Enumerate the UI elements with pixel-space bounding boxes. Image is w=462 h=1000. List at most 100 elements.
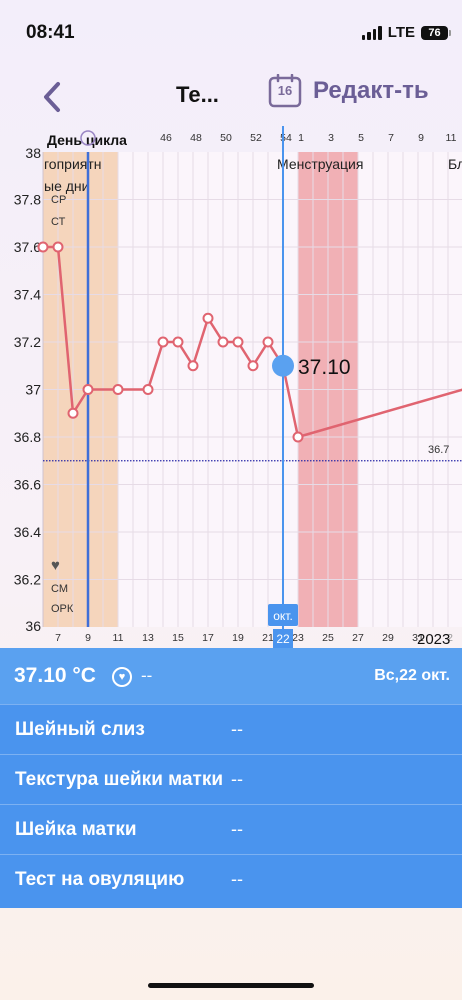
signal-icon — [361, 25, 382, 40]
date-tick: 25 — [322, 632, 334, 644]
status-bar: 08:41 LTE 76 — [0, 0, 462, 64]
date-tick: 17 — [202, 632, 214, 644]
chevron-left-icon — [44, 82, 60, 112]
row-label: Шейка матки — [15, 819, 137, 840]
cycle-day-tick: 50 — [220, 132, 232, 144]
cycle-day-tick: 3 — [328, 132, 334, 144]
y-tick-label: 37.6 — [14, 239, 41, 255]
y-tick-label: 38 — [25, 145, 41, 161]
row-label: Текстура шейки матки — [15, 769, 224, 790]
nav-bar: Те... 16 Редакт-ть — [0, 70, 462, 120]
row-value: -- — [231, 769, 243, 789]
cycle-day-tick: 5 — [358, 132, 364, 144]
y-tick-label: 36.4 — [14, 524, 41, 540]
data-point — [262, 336, 274, 348]
row-cervical-mucus[interactable]: Шейный слиз -- — [0, 704, 462, 754]
back-button[interactable] — [38, 74, 72, 114]
fertile-band-label: гоприятн — [44, 156, 102, 172]
page-title: Те... — [176, 82, 219, 107]
date-tick: 9 — [85, 632, 91, 644]
month-label: окт. — [273, 609, 293, 623]
cycle-day-tick: 46 — [160, 132, 172, 144]
coverline-label: 36.7 — [428, 444, 449, 456]
selected-date: Вс,22 окт. — [374, 667, 450, 684]
calendar-icon: 16 — [268, 73, 302, 108]
date-tick: 29 — [382, 632, 394, 644]
mark-cm: СМ — [51, 583, 68, 595]
y-tick-label: 37 — [25, 382, 41, 398]
date-tick: 15 — [172, 632, 184, 644]
y-tick-label: 36.2 — [14, 572, 41, 588]
selected-day-label: 22 — [276, 632, 290, 646]
menstruation-label: Менструация — [277, 156, 363, 172]
date-tick: 23 — [292, 632, 304, 644]
data-point — [37, 241, 49, 253]
y-tick-label: 37.4 — [14, 287, 41, 303]
battery-icon: 76 — [421, 25, 451, 40]
date-tick: 27 — [352, 632, 364, 644]
mark-opk: ОРК — [51, 603, 74, 615]
row-value: -- — [231, 869, 243, 889]
heart-icon[interactable]: ♥ — [112, 667, 132, 687]
data-point — [292, 431, 304, 443]
date-tick: 21 — [262, 632, 274, 644]
selected-value-label: 37.10 — [298, 356, 351, 379]
row-value: -- — [231, 819, 243, 839]
calendar-day: 16 — [277, 83, 293, 98]
edit-button[interactable]: 16 Редакт-ть — [268, 73, 429, 108]
status-time: 08:41 — [26, 22, 75, 43]
y-tick-label: 37.8 — [14, 192, 41, 208]
temperature-note: -- — [141, 666, 153, 685]
data-point — [52, 241, 64, 253]
date-tick: 19 — [232, 632, 244, 644]
data-point — [202, 312, 214, 324]
row-value: -- — [231, 719, 243, 739]
y-tick-label: 37.2 — [14, 334, 41, 350]
details-panel: 37.10 °C ♥ -- Вс,22 окт. Шейный слиз -- … — [0, 648, 462, 908]
date-tick: 7 — [55, 632, 61, 644]
cycle-day-tick: 54 — [280, 132, 292, 144]
network-label: LTE — [387, 24, 415, 41]
year-label: 2023 — [417, 631, 450, 648]
next-band-label: Бл — [448, 156, 462, 172]
row-ovulation-test[interactable]: Тест на овуляцию -- — [0, 854, 462, 904]
cycle-day-tick: 1 — [298, 132, 304, 144]
data-point — [187, 360, 199, 372]
battery-level: 76 — [428, 26, 441, 39]
cycle-day-tick: 7 — [388, 132, 394, 144]
data-point — [67, 407, 79, 419]
y-tick-label: 36 — [25, 618, 41, 634]
data-point — [82, 384, 94, 395]
selected-day-summary: 37.10 °C ♥ -- Вс,22 окт. — [0, 648, 462, 704]
selected-point — [272, 354, 294, 377]
heart-icon: ♥ — [51, 557, 60, 574]
cycle-day-tick: 52 — [250, 132, 262, 144]
fertile-band-label-2: ые дни — [44, 178, 89, 194]
row-cervix-texture[interactable]: Текстура шейки матки -- — [0, 754, 462, 804]
mark-cp: СР — [51, 194, 66, 206]
row-label: Шейный слиз — [15, 719, 145, 740]
status-indicators: LTE 76 — [361, 24, 451, 41]
date-tick: 11 — [113, 632, 124, 644]
y-tick-label: 36.8 — [14, 429, 41, 445]
row-label: Тест на овуляцию — [15, 869, 185, 890]
data-point — [172, 336, 184, 348]
data-point — [232, 336, 244, 348]
temperature-chart[interactable]: 38 37.8 37.6 37.4 37.2 37 36.8 36.6 36.4 36.2 36 46… — [0, 126, 462, 648]
cycle-day-tick: 11 — [446, 132, 457, 144]
data-point — [112, 384, 124, 395]
home-indicator[interactable] — [148, 983, 314, 988]
y-tick-label: 36.6 — [14, 477, 41, 493]
row-cervix[interactable]: Шейка матки -- — [0, 804, 462, 854]
edit-label: Редакт-ть — [313, 77, 429, 104]
data-point — [217, 336, 229, 348]
data-point — [157, 336, 169, 348]
date-tick: 13 — [142, 632, 154, 644]
mark-ct: СТ — [51, 216, 66, 228]
chart-svg: 3837.837.637.437.23736.836.636.436.23646… — [14, 126, 462, 648]
cycle-day-tick: 48 — [190, 132, 202, 144]
data-point — [247, 360, 259, 372]
temperature-value: 37.10 °C — [14, 664, 96, 687]
data-point — [142, 384, 154, 395]
cycle-day-tick: 9 — [418, 132, 424, 144]
